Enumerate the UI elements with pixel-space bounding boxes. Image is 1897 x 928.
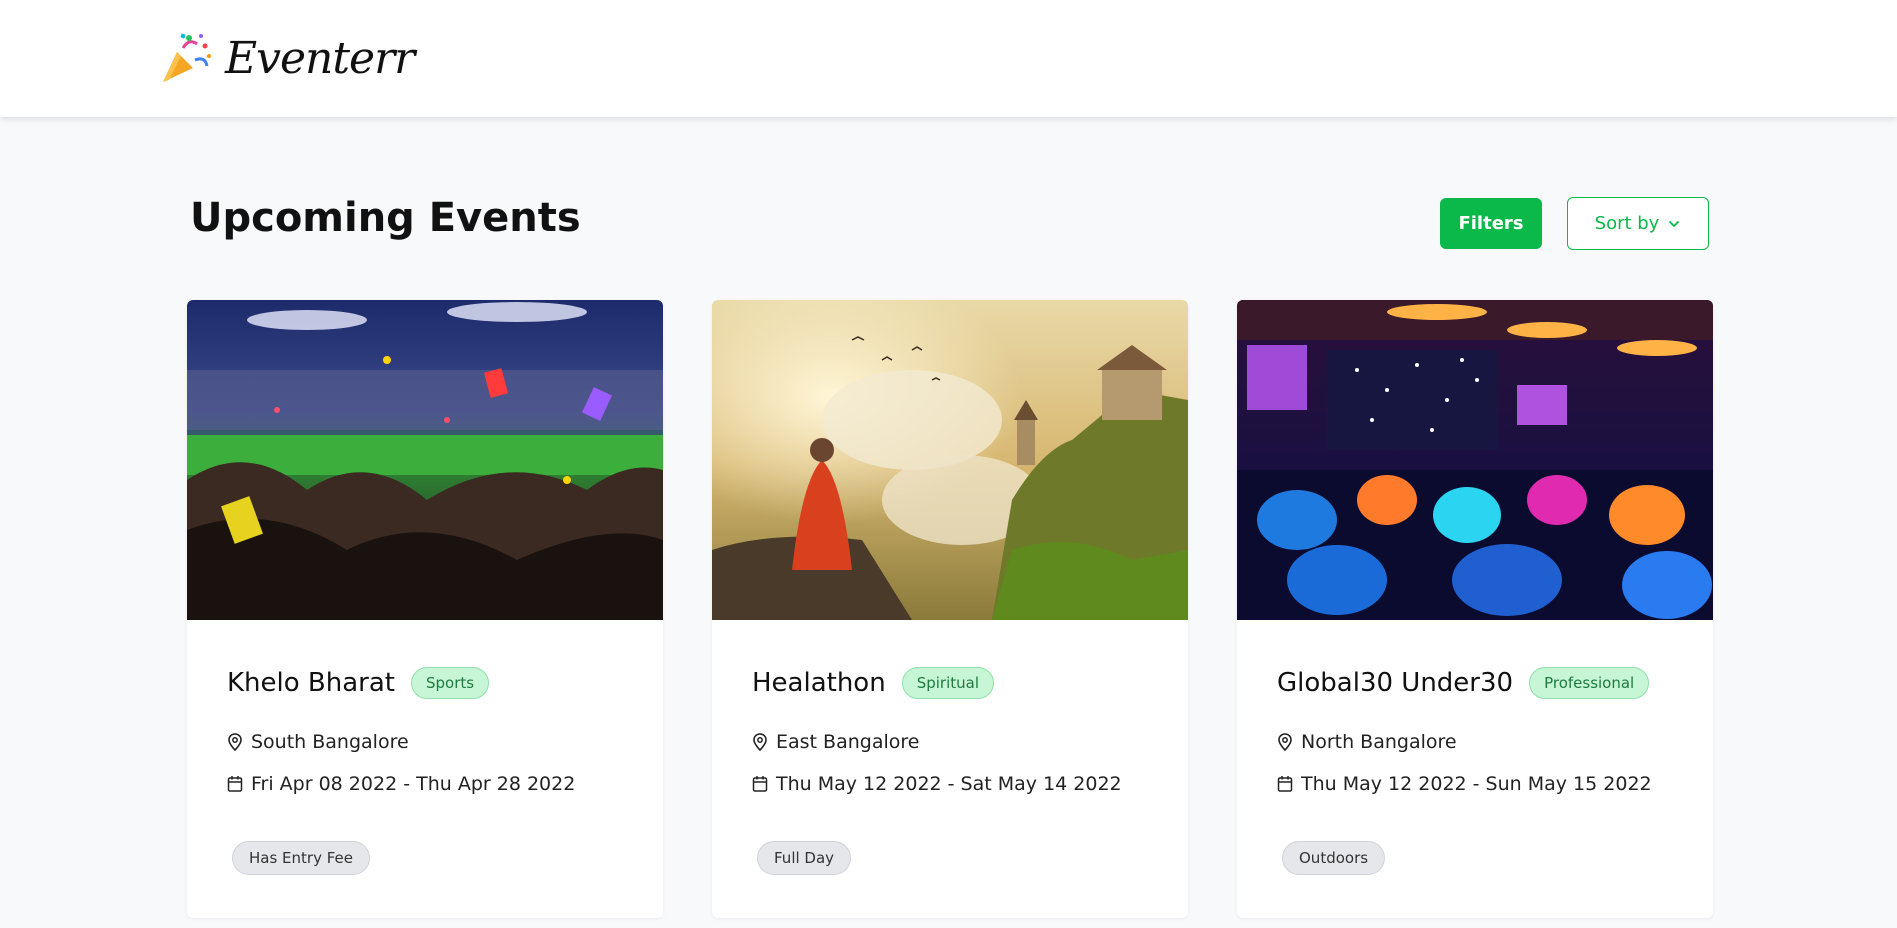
- party-popper-icon: [163, 33, 211, 82]
- event-image-monk: [712, 300, 1188, 620]
- calendar-icon: [752, 776, 768, 792]
- category-badge: Sports: [410, 667, 490, 699]
- event-image-stadium: [187, 300, 663, 620]
- page-title: Upcoming Events: [190, 195, 581, 241]
- top-navbar: Eventerr: [0, 0, 1897, 117]
- event-location: East Bangalore: [776, 731, 920, 753]
- event-title: Global30 Under30: [1277, 668, 1514, 698]
- location-pin-icon: [1278, 733, 1292, 751]
- event-dates: Thu May 12 2022 - Sun May 15 2022: [1301, 773, 1652, 795]
- event-location: North Bangalore: [1301, 731, 1457, 753]
- event-tag: Full Day: [757, 841, 852, 875]
- event-dates: Thu May 12 2022 - Sat May 14 2022: [776, 773, 1122, 795]
- sort-by-button[interactable]: Sort by: [1567, 197, 1709, 250]
- event-title: Healathon: [752, 668, 886, 698]
- event-card[interactable]: Healathon Spiritual East Bangalore Thu M…: [712, 300, 1188, 918]
- event-tag: Outdoors: [1282, 841, 1386, 875]
- event-image-banquet: [1237, 300, 1713, 620]
- event-tag: Has Entry Fee: [232, 841, 370, 875]
- filters-button[interactable]: Filters: [1440, 198, 1542, 249]
- category-badge: Professional: [1529, 667, 1650, 699]
- brand-logo[interactable]: Eventerr: [159, 30, 415, 86]
- event-dates: Fri Apr 08 2022 - Thu Apr 28 2022: [251, 773, 576, 795]
- location-pin-icon: [753, 733, 767, 751]
- brand-name: Eventerr: [225, 32, 415, 84]
- event-card[interactable]: Global30 Under30 Professional North Bang…: [1237, 300, 1713, 918]
- event-card[interactable]: Khelo Bharat Sports South Bangalore Fri …: [187, 300, 663, 918]
- calendar-icon: [227, 776, 243, 792]
- event-location: South Bangalore: [251, 731, 409, 753]
- event-title: Khelo Bharat: [227, 668, 395, 698]
- calendar-icon: [1277, 776, 1293, 792]
- sort-by-label: Sort by: [1594, 213, 1660, 234]
- category-badge: Spiritual: [901, 667, 994, 699]
- chevron-down-icon: [1669, 220, 1680, 227]
- location-pin-icon: [228, 733, 242, 751]
